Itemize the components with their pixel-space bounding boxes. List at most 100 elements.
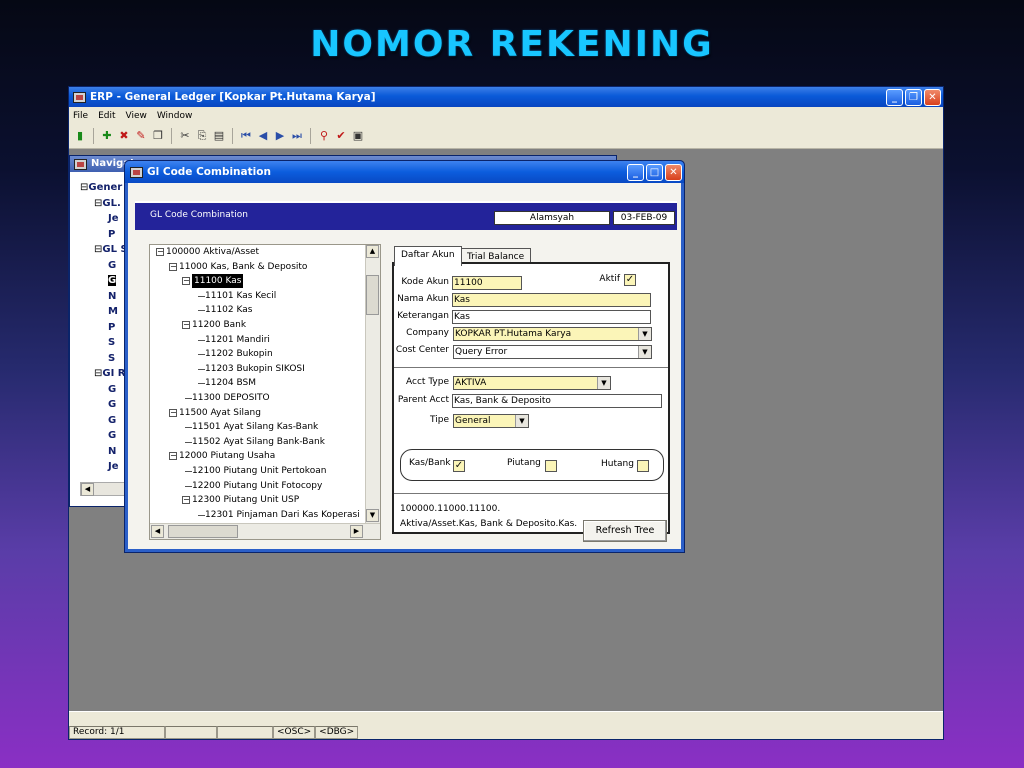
company-select[interactable]: KOPKAR PT.Hutama Karya ▼ <box>453 327 652 341</box>
restore-button[interactable]: ❐ <box>905 89 922 106</box>
menu-file[interactable]: File <box>73 111 88 121</box>
tipe-select[interactable]: General ▼ <box>453 414 529 428</box>
nav-tree-item[interactable]: ⊟Gener <box>80 180 128 196</box>
parent-acct-field[interactable]: Kas, Bank & Deposito <box>452 394 662 408</box>
nav-tree-item[interactable]: G <box>80 382 128 398</box>
tree-node[interactable]: 100000 Aktiva/Asset <box>166 245 259 259</box>
tree-vertical-scrollbar[interactable]: ▲ ▼ <box>365 245 380 523</box>
chevron-down-icon[interactable]: ▼ <box>638 346 651 358</box>
scroll-thumb[interactable] <box>366 275 379 315</box>
tree-node[interactable]: 11300 DEPOSITO <box>192 391 270 405</box>
tree-collapse-icon[interactable]: − <box>182 496 190 505</box>
nav-tree-item[interactable]: M <box>80 304 128 320</box>
account-tree[interactable]: −100000 Aktiva/Asset −11000 Kas, Bank & D… <box>149 244 381 540</box>
scroll-left-icon[interactable]: ◀ <box>151 525 164 538</box>
duplicate-icon[interactable]: ❐ <box>151 129 165 143</box>
main-titlebar[interactable]: ERP - General Ledger [Kopkar Pt.Hutama K… <box>69 87 943 107</box>
dialog-close-button[interactable]: ✕ <box>665 164 682 181</box>
tree-node[interactable]: 11202 Bukopin <box>205 347 273 361</box>
tree-horizontal-scrollbar[interactable]: ◀ ▶ <box>150 523 380 539</box>
refresh-tree-button[interactable]: Refresh Tree <box>583 520 667 542</box>
minimize-button[interactable]: _ <box>886 89 903 106</box>
tree-node[interactable]: 11204 BSM <box>205 376 256 390</box>
tree-collapse-icon[interactable]: − <box>182 277 190 286</box>
nav-tree-item[interactable]: S <box>80 335 128 351</box>
kode-akun-field[interactable]: 11100 <box>452 276 522 290</box>
dialog-minimize-button[interactable]: _ <box>627 164 644 181</box>
nav-tree-item[interactable]: P <box>80 227 128 243</box>
previous-record-icon[interactable]: ◀ <box>256 129 270 143</box>
piutang-checkbox[interactable] <box>545 460 557 472</box>
tree-node[interactable]: 11203 Bukopin SIKOSI <box>205 362 305 376</box>
copy-icon[interactable]: ⎘ <box>195 129 209 143</box>
nav-tree-item[interactable]: G <box>80 397 128 413</box>
nav-tree-item[interactable]: P <box>80 320 128 336</box>
paste-icon[interactable]: ▤ <box>212 129 226 143</box>
nav-tree-item[interactable]: G <box>80 258 128 274</box>
nav-tree-item[interactable]: ⊟GI R <box>80 366 128 382</box>
tree-collapse-icon[interactable]: − <box>169 262 177 271</box>
nav-tree-item[interactable]: N <box>80 289 128 305</box>
nav-tree-item[interactable]: N <box>80 444 128 460</box>
menu-edit[interactable]: Edit <box>98 111 115 121</box>
tree-node[interactable]: 11500 Ayat Silang <box>179 406 261 420</box>
execute-query-icon[interactable]: ✔ <box>334 129 348 143</box>
menu-window[interactable]: Window <box>157 111 193 121</box>
cost-center-select[interactable]: Query Error ▼ <box>453 345 652 359</box>
nav-tree-item[interactable]: S <box>80 351 128 367</box>
tab-daftar-akun[interactable]: Daftar Akun <box>394 246 462 266</box>
nav-tree-item[interactable]: Je <box>80 211 128 227</box>
clear-icon[interactable]: ✎ <box>134 129 148 143</box>
nav-tree-item[interactable]: G <box>80 428 128 444</box>
scroll-up-icon[interactable]: ▲ <box>366 245 379 258</box>
tree-node[interactable]: 12301 Pinjaman Dari Kas Koperasi <box>205 508 360 522</box>
tree-node[interactable]: 11101 Kas Kecil <box>205 289 276 303</box>
insert-record-icon[interactable]: ✚ <box>100 129 114 143</box>
tree-node[interactable]: 11100 Kas <box>192 274 244 289</box>
scroll-down-icon[interactable]: ▼ <box>366 509 379 522</box>
acct-type-select[interactable]: AKTIVA ▼ <box>453 376 611 390</box>
dialog-titlebar[interactable]: Gl Code Combination _ □ ✕ <box>125 161 684 183</box>
scroll-thumb[interactable] <box>168 525 238 538</box>
nav-tree-item[interactable]: ⊟GL S <box>80 242 128 258</box>
tree-node[interactable]: 11200 Bank <box>192 318 246 332</box>
last-record-icon[interactable]: ⏭ <box>290 129 304 143</box>
chevron-down-icon[interactable]: ▼ <box>638 328 651 340</box>
tree-node[interactable]: 12000 Piutang Usaha <box>179 449 275 463</box>
query-icon[interactable]: ⚲ <box>317 129 331 143</box>
nav-tree-item[interactable]: ⊟GL. <box>80 196 128 212</box>
chevron-down-icon[interactable]: ▼ <box>597 377 610 389</box>
tree-node[interactable]: 11501 Ayat Silang Kas-Bank <box>192 420 318 434</box>
save-icon[interactable]: ▣ <box>351 129 365 143</box>
aktif-checkbox[interactable]: ✓ <box>624 274 636 286</box>
tree-node[interactable]: 11502 Ayat Silang Bank-Bank <box>192 435 325 449</box>
nav-tree-item[interactable]: Je <box>80 459 128 475</box>
tree-collapse-icon[interactable]: − <box>169 408 177 417</box>
nama-akun-field[interactable]: Kas <box>452 293 651 307</box>
scroll-left-icon[interactable]: ◀ <box>81 483 94 496</box>
scroll-right-icon[interactable]: ▶ <box>350 525 363 538</box>
next-record-icon[interactable]: ▶ <box>273 129 287 143</box>
tree-collapse-icon[interactable]: − <box>156 248 164 256</box>
kas-bank-checkbox[interactable]: ✓ <box>453 460 465 472</box>
first-record-icon[interactable]: ⏮ <box>239 129 253 143</box>
tree-node[interactable]: 12300 Piutang Unit USP <box>192 493 299 507</box>
tree-collapse-icon[interactable]: − <box>182 321 190 329</box>
keterangan-field[interactable]: Kas <box>452 310 651 324</box>
tree-node[interactable]: 11201 Mandiri <box>205 333 270 347</box>
nav-tree-item[interactable]: G <box>80 413 128 429</box>
tree-node[interactable]: 12100 Piutang Unit Pertokoan <box>192 464 326 478</box>
menu-view[interactable]: View <box>126 111 147 121</box>
cut-icon[interactable]: ✂ <box>178 129 192 143</box>
exit-icon[interactable]: ▮ <box>73 129 87 143</box>
chevron-down-icon[interactable]: ▼ <box>515 415 528 427</box>
tree-node[interactable]: 11000 Kas, Bank & Deposito <box>179 260 307 274</box>
tree-node[interactable]: 11102 Kas <box>205 303 252 317</box>
tree-node[interactable]: 12200 Piutang Unit Fotocopy <box>192 479 322 493</box>
hutang-checkbox[interactable] <box>637 460 649 472</box>
delete-record-icon[interactable]: ✖ <box>117 129 131 143</box>
nav-tree-item[interactable]: G <box>80 273 128 289</box>
dialog-maximize-button[interactable]: □ <box>646 164 663 181</box>
close-button[interactable]: ✕ <box>924 89 941 106</box>
tree-collapse-icon[interactable]: − <box>169 452 177 461</box>
